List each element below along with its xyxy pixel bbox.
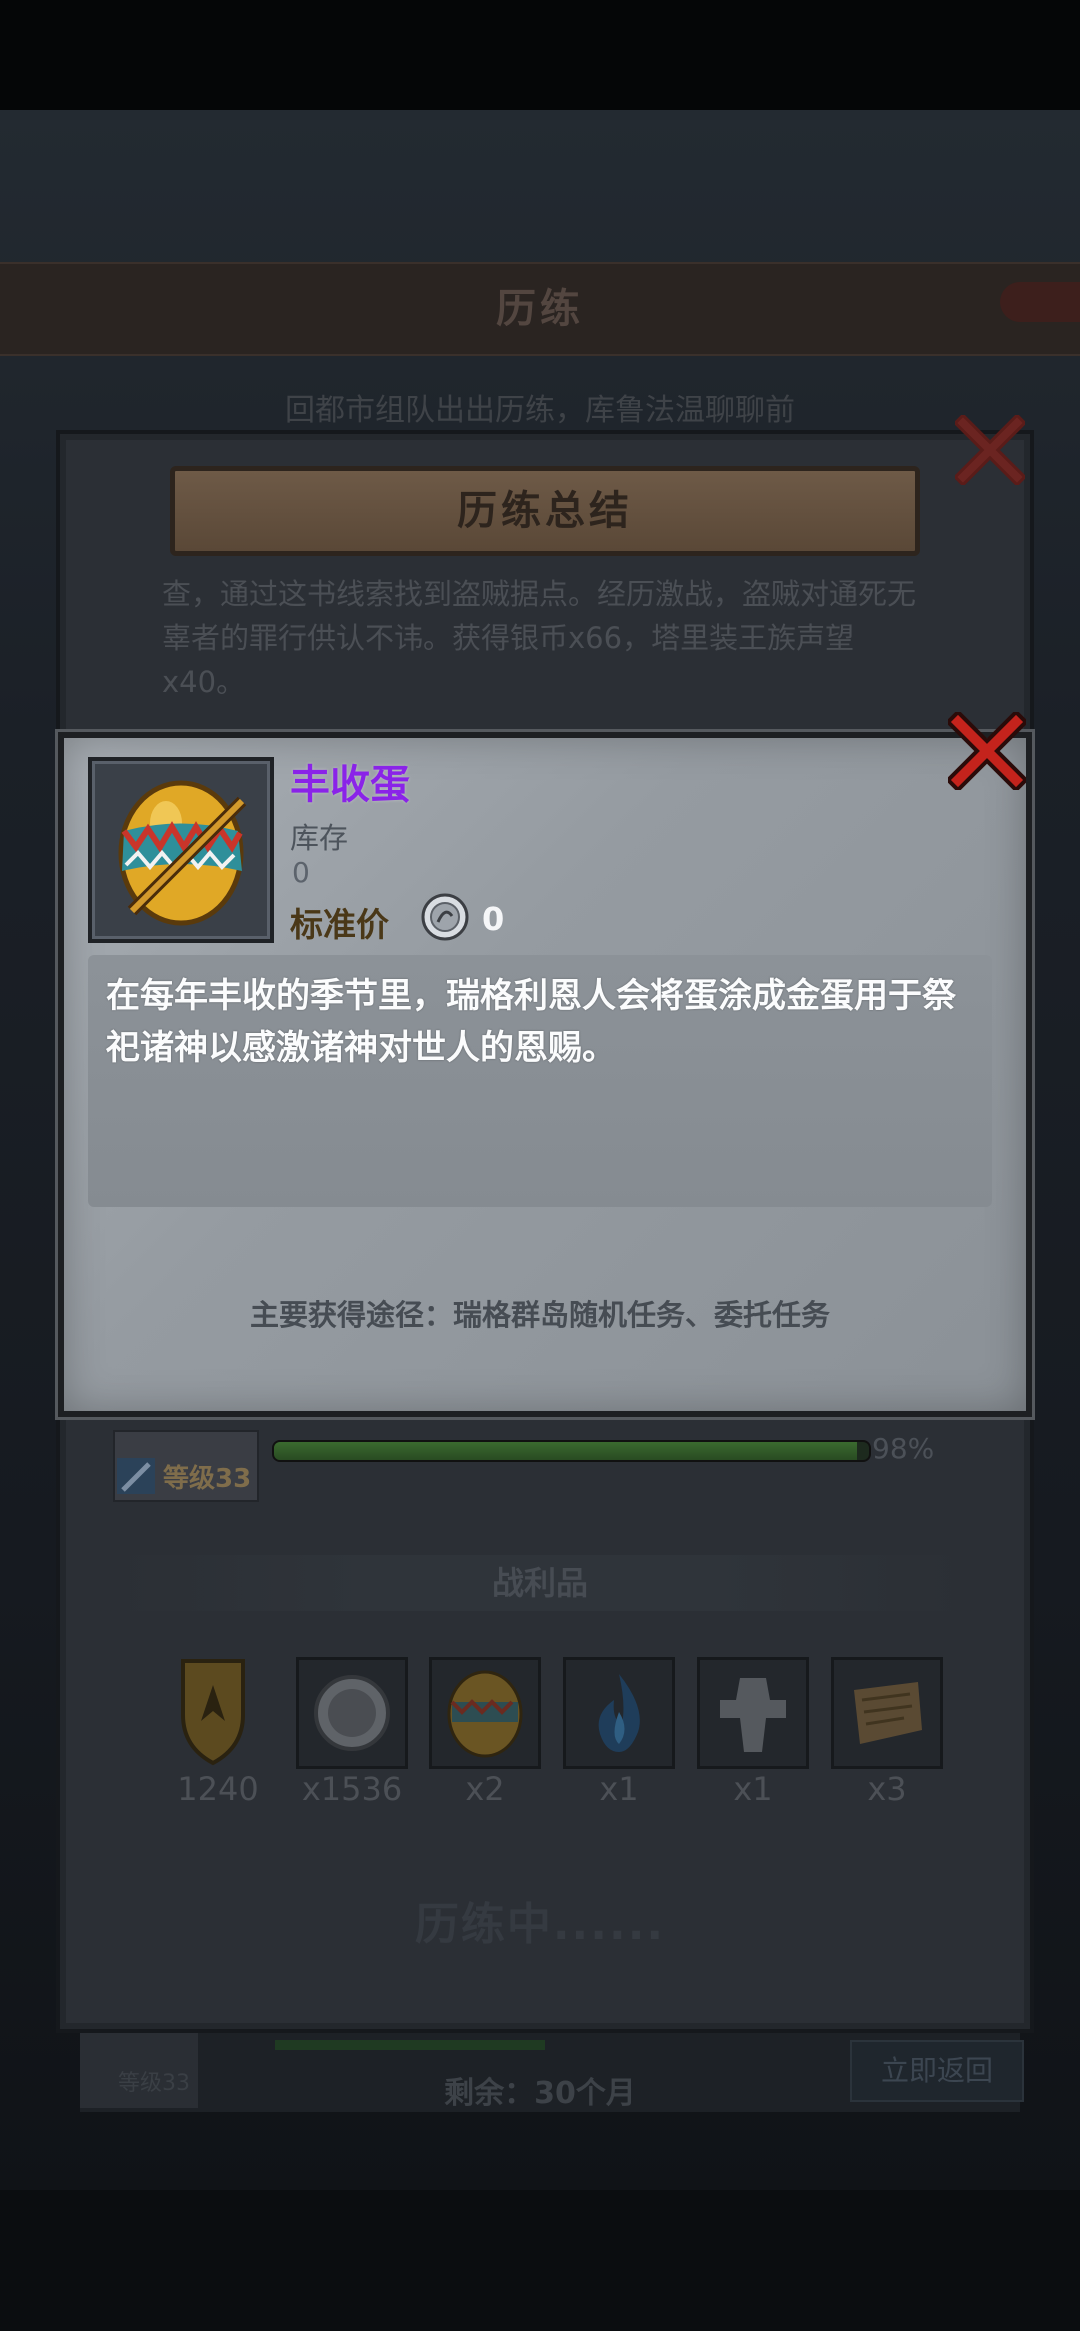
underlying-subtitle: 回都市组队出出历练，库鲁法温聊聊前	[285, 393, 795, 428]
underlying-title: 历练	[496, 286, 584, 332]
stock-value: 0	[292, 856, 310, 889]
hero-level: 等级33	[163, 1464, 252, 1494]
loot-count: x2	[465, 1770, 505, 1808]
loot-slot-scroll[interactable]	[831, 1657, 943, 1769]
loot-slot-egg[interactable]	[429, 1657, 541, 1769]
xp-bar	[272, 1440, 871, 1462]
stock-label: 库存	[290, 821, 349, 855]
harvest-egg-icon	[447, 1670, 523, 1758]
item-name: 丰收蛋	[290, 762, 410, 808]
summary-banner: 历练总结	[170, 466, 920, 556]
price-value: 0	[482, 900, 505, 938]
crest-shield-icon[interactable]	[165, 1655, 261, 1767]
xp-percent: 98%	[872, 1432, 935, 1465]
loot-slot-relic[interactable]	[697, 1657, 809, 1769]
stone-relic-icon	[720, 1678, 786, 1752]
loot-count: x1536	[301, 1770, 403, 1808]
loot-count: 1240	[177, 1770, 259, 1808]
close-icon[interactable]	[948, 712, 1026, 790]
price-label: 标准价	[290, 905, 389, 944]
underlying-title-bar: 历练	[0, 262, 1080, 356]
scroll-icon	[854, 1682, 922, 1744]
loot-title: 战利品	[491, 1564, 588, 1602]
harvest-egg-icon	[118, 780, 247, 926]
summary-close-icon[interactable]	[955, 415, 1025, 485]
return-now-button: 立即返回	[850, 2040, 1024, 2102]
loot-count: x1	[733, 1770, 773, 1808]
silver-coin-icon	[421, 893, 469, 941]
loot-count: x1	[599, 1770, 639, 1808]
item-description: 在每年丰收的季节里，瑞格利恩人会将蛋涂成金蛋用于祭祀诸神以感激诸神对世人的恩赐。	[106, 976, 956, 1068]
loot-header: 战利品	[115, 1555, 965, 1611]
loot-slot-flame[interactable]	[563, 1657, 675, 1769]
summary-text: 查，通过这书线索找到盗贼据点。经历激战，盗贼对通死无辜者的罪行供认不讳。获得银币…	[162, 577, 917, 699]
blue-flame-icon	[598, 1674, 640, 1752]
underlying-progress	[275, 2040, 545, 2050]
top-bar	[0, 0, 1080, 110]
acquisition-source: 主要获得途径：瑞格群岛随机任务、委托任务	[249, 1298, 830, 1332]
bottom-bar	[0, 2190, 1080, 2331]
sword-icon	[117, 1458, 155, 1494]
silver-coin-icon	[314, 1675, 390, 1751]
item-icon-frame	[88, 757, 274, 943]
loot-count: x3	[867, 1770, 907, 1808]
xp-fill	[274, 1442, 858, 1460]
underlying-close-tab	[1000, 282, 1080, 322]
training-status: 历练中......	[414, 1899, 666, 1950]
summary-title: 历练总结	[457, 488, 633, 534]
loot-slot-silver[interactable]	[296, 1657, 408, 1769]
